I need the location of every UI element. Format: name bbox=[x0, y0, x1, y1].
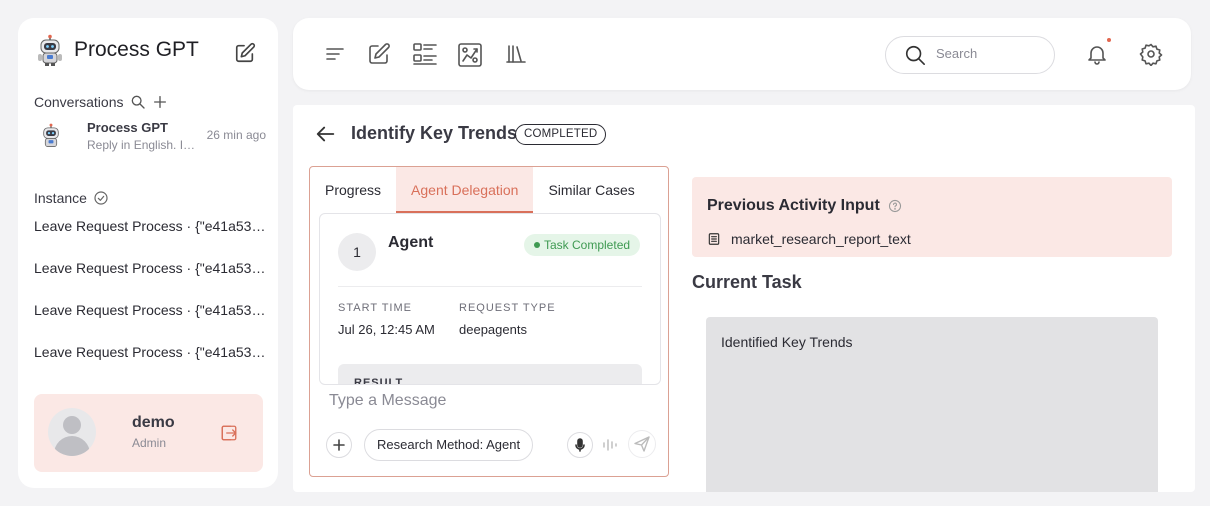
instance-header: Instance bbox=[34, 190, 109, 206]
current-task-title: Current Task bbox=[692, 272, 802, 292]
previous-input-header: Previous Activity Input bbox=[707, 197, 902, 215]
agent-card: 1 Agent Task Completed START TIME Jul 26… bbox=[319, 213, 661, 385]
current-task-content: Identified Key Trends bbox=[721, 334, 853, 350]
result-section: RESULT bbox=[338, 364, 642, 385]
previous-input-title: Previous Activity Input bbox=[707, 197, 880, 214]
status-badge: COMPLETED bbox=[515, 124, 607, 145]
conversation-preview: Reply in English. Identify key trends bbox=[87, 138, 199, 152]
tab-bar: Progress Agent Delegation Similar Cases bbox=[310, 167, 650, 213]
user-avatar[interactable] bbox=[48, 408, 96, 456]
research-method-chip[interactable]: Research Method: Agent bbox=[364, 429, 534, 461]
document-icon bbox=[707, 232, 721, 246]
user-card: demo Admin bbox=[34, 394, 263, 472]
message-input[interactable] bbox=[329, 392, 649, 410]
robot-logo-icon bbox=[34, 34, 66, 66]
attach-plus-icon[interactable] bbox=[326, 432, 352, 458]
conversation-name: Process GPT bbox=[87, 120, 168, 135]
instance-item[interactable]: Leave Request Process · {"e41a53d0-reque… bbox=[34, 344, 266, 360]
back-arrow-icon[interactable] bbox=[315, 123, 337, 145]
gear-icon[interactable] bbox=[1139, 42, 1163, 67]
request-type-label: REQUEST TYPE bbox=[459, 302, 556, 314]
instance-item[interactable]: Leave Request Process · {"e41a53d0-reque… bbox=[34, 302, 266, 318]
check-circle-icon[interactable] bbox=[93, 190, 109, 206]
result-label: RESULT bbox=[354, 377, 404, 385]
divider bbox=[338, 286, 642, 287]
conversation-item[interactable]: Process GPT Reply in English. Identify k… bbox=[34, 118, 266, 158]
conversation-time: 26 min ago bbox=[206, 128, 266, 142]
voice-wave-icon[interactable] bbox=[600, 435, 620, 455]
process-map-icon[interactable] bbox=[457, 42, 482, 67]
previous-input-item[interactable]: market_research_report_text bbox=[707, 231, 911, 247]
library-icon[interactable] bbox=[504, 42, 528, 66]
add-conversation-icon[interactable] bbox=[152, 94, 168, 110]
robot-avatar-icon bbox=[38, 122, 64, 150]
user-name: demo bbox=[132, 414, 175, 431]
tab-agent-delegation[interactable]: Agent Delegation bbox=[396, 167, 534, 213]
main-content: Identify Key Trends COMPLETED Progress A… bbox=[293, 105, 1195, 492]
help-circle-icon[interactable] bbox=[888, 199, 902, 213]
start-time-value: Jul 26, 12:45 AM bbox=[338, 322, 435, 337]
sidebar: Process GPT Conversations Process GPT Re… bbox=[18, 18, 278, 488]
search-box[interactable] bbox=[885, 36, 1055, 74]
page-title: Identify Key Trends bbox=[351, 123, 518, 143]
new-chat-edit-icon[interactable] bbox=[234, 42, 256, 64]
tab-progress[interactable]: Progress bbox=[310, 167, 396, 213]
start-time-label: START TIME bbox=[338, 302, 412, 314]
search-input[interactable] bbox=[936, 46, 1036, 61]
previous-activity-input: Previous Activity Input market_research_… bbox=[692, 177, 1172, 257]
list-layout-icon[interactable] bbox=[412, 42, 437, 66]
logout-icon[interactable] bbox=[220, 424, 238, 442]
previous-input-name: market_research_report_text bbox=[731, 231, 911, 247]
send-icon[interactable] bbox=[628, 430, 656, 458]
conversations-header: Conversations bbox=[34, 94, 168, 110]
activity-panel: Progress Agent Delegation Similar Cases … bbox=[309, 166, 669, 477]
instance-item[interactable]: Leave Request Process · {"e41a53d0-reque… bbox=[34, 218, 266, 234]
conversations-label: Conversations bbox=[34, 94, 124, 110]
status-dot-icon bbox=[534, 242, 540, 248]
app-title: Process GPT bbox=[74, 38, 199, 61]
instance-label: Instance bbox=[34, 190, 87, 206]
task-completed-badge: Task Completed bbox=[524, 234, 641, 256]
edit-icon[interactable] bbox=[367, 42, 391, 66]
mic-icon[interactable] bbox=[567, 432, 593, 458]
tab-similar-cases[interactable]: Similar Cases bbox=[533, 167, 649, 213]
notification-dot bbox=[1106, 37, 1112, 43]
step-number: 1 bbox=[338, 233, 376, 271]
agent-name: Agent bbox=[388, 234, 434, 251]
search-conversations-icon[interactable] bbox=[130, 94, 146, 110]
bell-icon[interactable] bbox=[1085, 42, 1109, 66]
instance-item[interactable]: Leave Request Process · {"e41a53d0-reque… bbox=[34, 260, 266, 276]
search-icon bbox=[904, 44, 926, 71]
request-type-value: deepagents bbox=[459, 322, 527, 337]
task-completed-label: Task Completed bbox=[544, 238, 631, 252]
menu-lines-icon[interactable] bbox=[323, 42, 347, 66]
user-role: Admin bbox=[132, 436, 167, 450]
current-task-box: Identified Key Trends bbox=[706, 317, 1158, 492]
top-bar bbox=[293, 18, 1191, 90]
brand[interactable]: Process GPT bbox=[34, 34, 199, 66]
